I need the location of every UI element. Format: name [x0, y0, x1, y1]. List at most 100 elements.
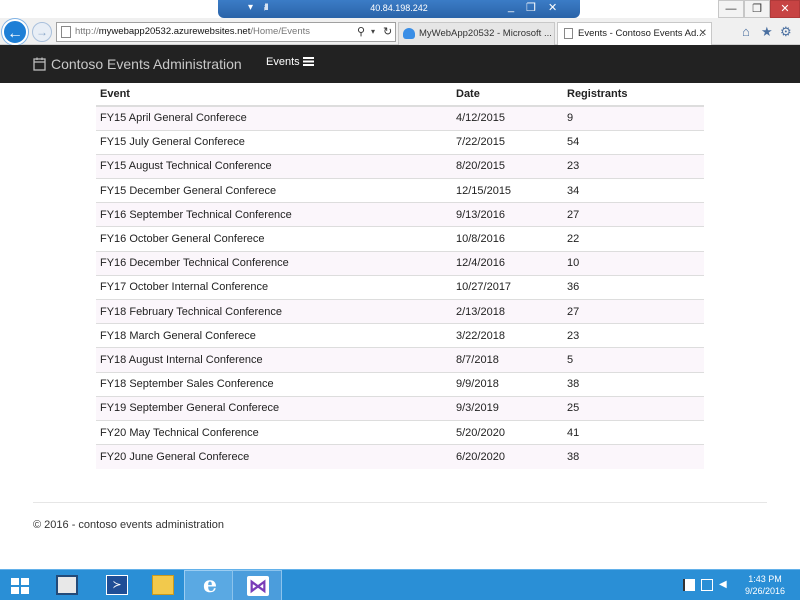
cell-date: 3/22/2018	[452, 323, 563, 348]
cell-registrants: 34	[563, 178, 704, 203]
cell-date: 8/20/2015	[452, 153, 563, 179]
site-navbar: Contoso Events Administration Events	[0, 45, 800, 83]
taskbar: ≻ e ⋈ ◀ 1:43 PM 9/26/2016	[0, 569, 800, 600]
cell-registrants: 27	[563, 202, 704, 227]
table-row: FY18 February Technical Conference 2/13/2…	[96, 298, 704, 324]
cell-date: 2/13/2018	[452, 298, 563, 324]
cell-date: 4/12/2015	[452, 105, 563, 131]
table-row: FY18 August Internal Conference 8/7/2018 5	[96, 347, 704, 373]
powershell-icon: ≻	[106, 575, 128, 595]
visual-studio-icon: ⋈	[247, 576, 269, 596]
brand-link[interactable]: Contoso Events Administration	[51, 56, 242, 72]
taskbar-file-explorer[interactable]	[138, 570, 188, 600]
cell-date: 9/9/2018	[452, 371, 563, 397]
cell-registrants: 54	[563, 129, 704, 155]
system-clock[interactable]: 1:43 PM 9/26/2016	[735, 573, 795, 597]
cell-event: FY16 October General Conferece	[96, 226, 452, 252]
tab-title: Events - Contoso Events Ad...	[578, 28, 705, 39]
taskbar-server-manager[interactable]	[42, 570, 92, 600]
table-row: FY17 October Internal Conference 10/27/20…	[96, 274, 704, 300]
table-row: FY16 September Technical Conference 9/13/…	[96, 202, 704, 227]
remote-restore-button[interactable]: ❐	[526, 1, 536, 14]
volume-icon[interactable]: ◀	[719, 579, 731, 591]
tab-mywebapp[interactable]: MyWebApp20532 - Microsoft ...	[398, 22, 555, 45]
cell-registrants: 25	[563, 395, 704, 421]
cell-event: FY19 September General Conferece	[96, 395, 452, 421]
page-icon	[564, 28, 573, 39]
cell-date: 9/13/2016	[452, 202, 563, 227]
column-header-event: Event	[96, 83, 452, 107]
cell-event: FY18 September Sales Conference	[96, 371, 452, 397]
table-row: FY16 December Technical Conference 12/4/2…	[96, 250, 704, 276]
window-maximize-button[interactable]: ❐	[744, 0, 770, 18]
cell-event: FY18 March General Conferece	[96, 323, 452, 348]
remote-session-bar-area: ▾ ᵢlll 40.84.198.242 _ ❐ ✕	[0, 0, 800, 18]
address-bar[interactable]: http://mywebapp20532.azurewebsites.net/H…	[56, 22, 396, 42]
cell-event: FY15 August Technical Conference	[96, 153, 452, 179]
cell-event: FY18 August Internal Conference	[96, 347, 452, 373]
nav-events-link[interactable]: Events	[266, 56, 314, 68]
cell-registrants: 9	[563, 105, 704, 131]
column-header-date: Date	[452, 83, 563, 107]
remote-session-bar: ▾ ᵢlll 40.84.198.242 _ ❐ ✕	[218, 0, 580, 18]
cell-registrants: 41	[563, 419, 704, 445]
clock-date: 9/26/2016	[744, 586, 786, 596]
url-text: http://mywebapp20532.azurewebsites.net/H…	[75, 26, 311, 37]
gear-icon[interactable]: ⚙	[780, 24, 792, 40]
table-row: FY18 March General Conferece 3/22/2018 23	[96, 323, 704, 348]
cell-registrants: 23	[563, 153, 704, 179]
table-row: FY15 July General Conferece 7/22/2015 54	[96, 129, 704, 155]
table-row: FY15 April General Conferece 4/12/2015 9	[96, 105, 704, 131]
column-header-registrants: Registrants	[563, 83, 704, 107]
cloud-icon	[403, 28, 415, 39]
cell-registrants: 5	[563, 347, 704, 373]
calendar-icon	[33, 57, 46, 71]
nav-events-label: Events	[266, 56, 300, 68]
events-table: Event Date Registrants FY15 April Genera…	[96, 83, 704, 469]
action-center-flag-icon[interactable]	[683, 579, 695, 591]
forward-button[interactable]: →	[32, 22, 52, 42]
cell-registrants: 23	[563, 323, 704, 348]
cell-registrants: 27	[563, 298, 704, 324]
footer-divider	[33, 502, 767, 503]
cell-date: 7/22/2015	[452, 129, 563, 155]
taskbar-powershell[interactable]: ≻	[92, 570, 142, 600]
table-row: FY15 December General Conferece 12/15/201…	[96, 178, 704, 203]
cell-registrants: 10	[563, 250, 704, 276]
internet-explorer-icon: e	[203, 572, 217, 598]
cell-date: 10/8/2016	[452, 226, 563, 252]
window-close-button[interactable]: ✕	[770, 0, 800, 18]
tab-events[interactable]: Events - Contoso Events Ad... ✕	[557, 22, 712, 45]
window-minimize-button[interactable]: —	[718, 0, 744, 18]
cell-registrants: 36	[563, 274, 704, 300]
cell-date: 10/27/2017	[452, 274, 563, 300]
start-button[interactable]	[0, 570, 42, 600]
refresh-icon[interactable]: ↻	[383, 23, 392, 41]
close-icon[interactable]: ✕	[699, 23, 707, 44]
network-icon[interactable]	[701, 579, 713, 591]
home-icon[interactable]: ⌂	[742, 24, 750, 39]
cell-event: FY17 October Internal Conference	[96, 274, 452, 300]
back-button[interactable]: ←	[2, 19, 28, 45]
cell-registrants: 38	[563, 371, 704, 397]
chevron-down-icon[interactable]: ▾	[371, 23, 375, 41]
cell-date: 8/7/2018	[452, 347, 563, 373]
cell-event: FY15 July General Conferece	[96, 129, 452, 155]
taskbar-visual-studio[interactable]: ⋈	[232, 570, 282, 600]
cell-event: FY16 September Technical Conference	[96, 202, 452, 227]
cell-event: FY18 February Technical Conference	[96, 298, 452, 324]
folder-icon	[152, 575, 174, 595]
cell-event: FY20 June General Conferece	[96, 444, 452, 469]
clock-time: 1:43 PM	[748, 574, 782, 584]
cell-date: 12/4/2016	[452, 250, 563, 276]
taskbar-internet-explorer[interactable]: e	[184, 570, 234, 600]
remote-minimize-button[interactable]: _	[508, 1, 514, 13]
table-row: FY15 August Technical Conference 8/20/201…	[96, 153, 704, 179]
list-icon	[302, 57, 314, 66]
cell-date: 6/20/2020	[452, 444, 563, 469]
star-icon[interactable]: ★	[761, 24, 773, 40]
cell-event: FY15 December General Conferece	[96, 178, 452, 203]
cell-event: FY16 December Technical Conference	[96, 250, 452, 276]
remote-close-button[interactable]: ✕	[548, 1, 557, 14]
search-icon[interactable]: ⚲	[357, 23, 365, 41]
